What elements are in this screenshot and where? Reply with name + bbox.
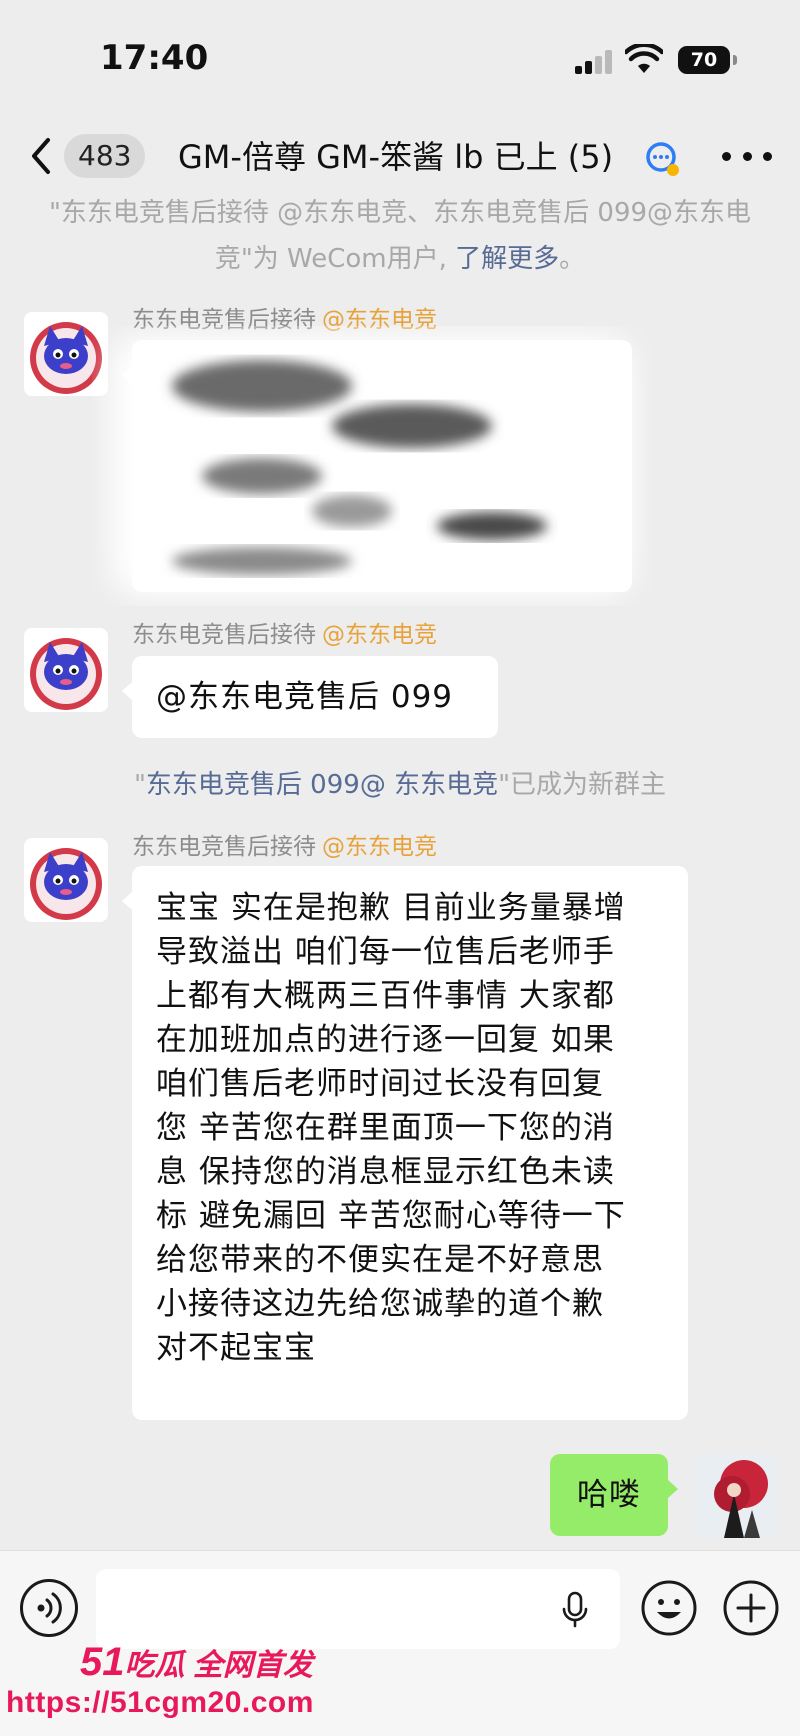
emoji-icon[interactable] (640, 1579, 698, 1637)
watermark: 51吃瓜 全网首发 https://51cgm20.com (0, 1640, 313, 1736)
cat-mascot-avatar[interactable] (24, 838, 108, 922)
plus-icon[interactable] (722, 1579, 780, 1637)
watermark-slogan: 吃瓜 全网首发 (124, 1649, 313, 1682)
watermark-url: https://51cgm20.com (6, 1686, 314, 1719)
sender-name: 东东电竞售后接待 @东东电竞 (132, 832, 437, 862)
status-bar: 17:40 70 (0, 0, 800, 110)
wecom-notice-text: "东东电竞售后接待 @东东电竞、东东电竞售后 099@东东电竞"为 WeCom用… (48, 198, 752, 274)
message-text: 哈喽 (577, 1477, 641, 1513)
sender-name: 东东电竞售后接待 @东东电竞 (132, 620, 437, 650)
cat-mascot-avatar[interactable] (24, 628, 108, 712)
chat-title[interactable]: GM-倍尊 GM-笨酱 lb 已上 (5) (178, 136, 638, 178)
message-text: @东东电竞售后 099 (156, 679, 454, 715)
user-avatar[interactable] (694, 1454, 778, 1538)
voice-icon (37, 1592, 62, 1624)
watermark-number: 51 (80, 1640, 125, 1684)
battery-tip (733, 55, 737, 65)
more-icon-dot (742, 151, 752, 161)
wecom-notice: "东东电竞售后接待 @东东电竞、东东电竞售后 099@东东电竞"为 WeCom用… (40, 190, 760, 282)
microphone-icon[interactable] (560, 1591, 590, 1629)
watermark-brand: 51吃瓜 全网首发 (80, 1640, 313, 1685)
back-chevron-icon (32, 138, 50, 174)
sender-tag: @东东电竞 (322, 622, 437, 648)
chat-nav-bar: 483 GM-倍尊 GM-笨酱 lb 已上 (5) (0, 110, 800, 200)
blurred-image-content (112, 336, 632, 596)
wecom-notice-suffix: 。 (559, 244, 586, 274)
battery-level: 70 (690, 49, 718, 71)
sender-name-text: 东东电竞售后接待 (132, 834, 316, 860)
status-time: 17:40 (100, 38, 209, 78)
more-icon-dot (763, 151, 772, 161)
more-icon-dot (722, 151, 731, 161)
unread-count-badge: 483 (64, 134, 146, 178)
sender-name-text: 东东电竞售后接待 (132, 622, 316, 648)
sender-tag: @东东电竞 (322, 834, 437, 860)
back-button[interactable]: 483 (28, 132, 148, 180)
image-message[interactable] (112, 336, 632, 596)
notice-text: "已成为新群主 (498, 770, 667, 800)
signal-icon (575, 50, 615, 74)
wifi-icon (625, 44, 663, 73)
more-button[interactable] (722, 134, 772, 178)
outgoing-text-message[interactable]: 哈喽 (550, 1454, 678, 1536)
message-input[interactable] (96, 1569, 620, 1649)
new-owner-link[interactable]: 东东电竞售后 099@ 东东电竞 (146, 770, 498, 800)
text-message[interactable]: @东东电竞售后 099 (122, 656, 498, 738)
message-text: 宝宝 实在是抱歉 目前业务量暴增 导致溢出 咱们每一位售后老师手 上都有大概两三… (156, 890, 626, 1366)
voice-button[interactable] (20, 1579, 78, 1637)
learn-more-link[interactable]: 了解更多 (455, 244, 559, 274)
text-message[interactable]: 宝宝 实在是抱歉 目前业务量暴增 导致溢出 咱们每一位售后老师手 上都有大概两三… (122, 866, 688, 1420)
new-owner-notice: "东东电竞售后 099@ 东东电竞"已成为新群主 (40, 762, 760, 808)
battery-icon: 70 (678, 46, 730, 74)
wecom-badge-icon (646, 142, 679, 176)
notice-quote: " (133, 770, 146, 800)
